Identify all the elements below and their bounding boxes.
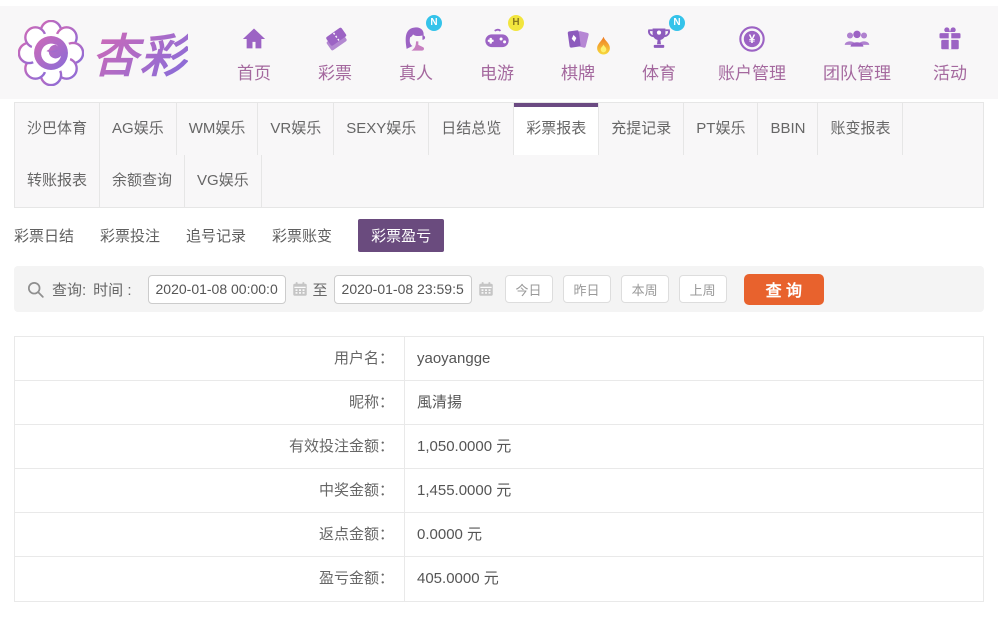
tab-lottery-report[interactable]: 彩票报表: [514, 103, 600, 155]
this-week-button[interactable]: 本周: [620, 275, 669, 303]
hot-flame-icon: [595, 36, 612, 61]
svg-text:¥: ¥: [749, 33, 756, 46]
query-label: 查询:: [52, 281, 87, 299]
table-row: 昵称： 風清揚: [15, 381, 983, 425]
to-label: 至: [312, 281, 328, 299]
search-icon: [26, 280, 45, 299]
nav-item-team-mgmt[interactable]: 团队管理: [823, 21, 891, 84]
new-badge: N: [426, 15, 442, 31]
nav-item-egame[interactable]: H 电游: [475, 15, 524, 84]
team-icon: [842, 21, 872, 53]
nav-item-label: 账户管理: [718, 64, 786, 83]
end-time-input[interactable]: [333, 274, 472, 304]
gamepad-icon: H: [482, 15, 524, 53]
tab-wm[interactable]: WM娱乐: [177, 103, 259, 155]
nav-item-label: 真人: [399, 64, 433, 83]
tab-vr[interactable]: VR娱乐: [258, 103, 335, 155]
gift-icon: [936, 21, 964, 53]
home-icon: [240, 21, 268, 53]
header: 杏彩 首页 彩票 N 真人 H 电游 棋牌 N 体育 ¥ 账户管理 团队管理 活…: [0, 6, 998, 99]
valid-bet-amount-value: 1,050.0000 元: [417, 438, 512, 455]
top-nav: 首页 彩票 N 真人 H 电游 棋牌 N 体育 ¥ 账户管理 团队管理 活动: [232, 15, 972, 84]
brand-logo[interactable]: 杏彩: [18, 19, 188, 86]
table-row: 盈亏金额： 405.0000 元: [15, 557, 983, 601]
winning-amount-value: 1,455.0000 元: [417, 482, 512, 499]
tab-ag[interactable]: AG娱乐: [100, 103, 177, 155]
new-badge: N: [669, 15, 685, 31]
ticket-icon: [321, 21, 349, 53]
nav-item-sports[interactable]: N 体育: [637, 15, 685, 84]
tab-shaba-sports[interactable]: 沙巴体育: [15, 103, 101, 155]
nav-item-label: 首页: [237, 64, 271, 83]
row-label: 盈亏金额：: [15, 557, 405, 601]
nav-item-account-mgmt[interactable]: ¥ 账户管理: [718, 21, 786, 84]
tab-deposit-withdraw[interactable]: 充提记录: [599, 103, 685, 155]
row-label: 中奖金额：: [15, 469, 405, 512]
tab-daily-overview[interactable]: 日结总览: [429, 103, 515, 155]
tab-balance-query[interactable]: 余额查询: [100, 155, 186, 207]
rebate-amount-value: 0.0000 元: [417, 526, 483, 543]
subtab-lottery-account-change[interactable]: 彩票账变: [272, 225, 332, 246]
calendar-icon[interactable]: [291, 280, 309, 298]
row-label: 昵称：: [15, 381, 405, 424]
query-submit-button[interactable]: 查 询: [743, 273, 825, 305]
nav-item-label: 体育: [642, 64, 676, 83]
yesterday-button[interactable]: 昨日: [562, 275, 611, 303]
tab-bbin[interactable]: BBIN: [758, 103, 819, 155]
nav-item-lottery[interactable]: 彩票: [313, 21, 357, 84]
nav-item-activity[interactable]: 活动: [928, 21, 972, 84]
live-person-icon: N: [402, 15, 442, 53]
row-label: 返点金额：: [15, 513, 405, 556]
tab-pt[interactable]: PT娱乐: [684, 103, 759, 155]
nav-item-live[interactable]: N 真人: [394, 15, 442, 84]
nav-item-boardgames[interactable]: 棋牌: [556, 21, 610, 84]
table-row: 有效投注金额： 1,050.0000 元: [15, 425, 983, 469]
nav-item-home[interactable]: 首页: [232, 21, 276, 84]
profit-loss-amount-value: 405.0000 元: [417, 570, 499, 587]
nav-item-label: 彩票: [318, 64, 352, 83]
nav-item-label: 电游: [480, 64, 514, 83]
table-row: 用户名： yaoyangge: [15, 337, 983, 381]
subtab-lottery-profit-loss[interactable]: 彩票盈亏: [358, 218, 445, 252]
nav-item-label: 活动: [933, 64, 967, 83]
calendar-icon[interactable]: [477, 280, 495, 298]
nickname-value: 風清揚: [417, 394, 463, 411]
tab-vg[interactable]: VG娱乐: [185, 155, 262, 207]
today-button[interactable]: 今日: [504, 275, 553, 303]
tab-account-change-report[interactable]: 账变报表: [818, 103, 904, 155]
tab-transfer-report[interactable]: 转账报表: [15, 155, 101, 207]
tab-sexy[interactable]: SEXY娱乐: [334, 103, 430, 155]
username-value: yaoyangge: [417, 350, 491, 367]
subtab-lottery-daily[interactable]: 彩票日结: [14, 225, 74, 246]
nav-item-label: 团队管理: [823, 64, 891, 83]
trophy-icon: N: [645, 15, 685, 53]
hot-badge: H: [508, 15, 524, 31]
sub-tab-bar: 彩票日结 彩票投注 追号记录 彩票账变 彩票盈亏: [14, 218, 984, 252]
row-label: 用户名：: [15, 337, 405, 380]
table-row: 返点金额： 0.0000 元: [15, 513, 983, 557]
time-label: 时间 :: [93, 281, 132, 299]
brand-flower-icon: [18, 19, 84, 86]
profit-loss-report-table: 用户名： yaoyangge 昵称： 風清揚 有效投注金额： 1,050.000…: [14, 336, 984, 602]
brand-name: 杏彩: [92, 20, 188, 86]
nav-item-label: 棋牌: [561, 64, 595, 83]
table-row: 中奖金额： 1,455.0000 元: [15, 469, 983, 513]
main-tab-bar: 沙巴体育 AG娱乐 WM娱乐 VR娱乐 SEXY娱乐 日结总览 彩票报表 充提记…: [14, 102, 984, 208]
row-label: 有效投注金额：: [15, 425, 405, 468]
start-time-input[interactable]: [147, 274, 286, 304]
subtab-lottery-bets[interactable]: 彩票投注: [100, 225, 160, 246]
last-week-button[interactable]: 上周: [678, 275, 727, 303]
query-bar: 查询: 时间 : 至 今日 昨日 本周 上周 查 询: [14, 266, 984, 312]
subtab-chase-records[interactable]: 追号记录: [186, 225, 246, 246]
coin-icon: ¥: [738, 21, 766, 53]
cards-icon: [564, 21, 610, 55]
